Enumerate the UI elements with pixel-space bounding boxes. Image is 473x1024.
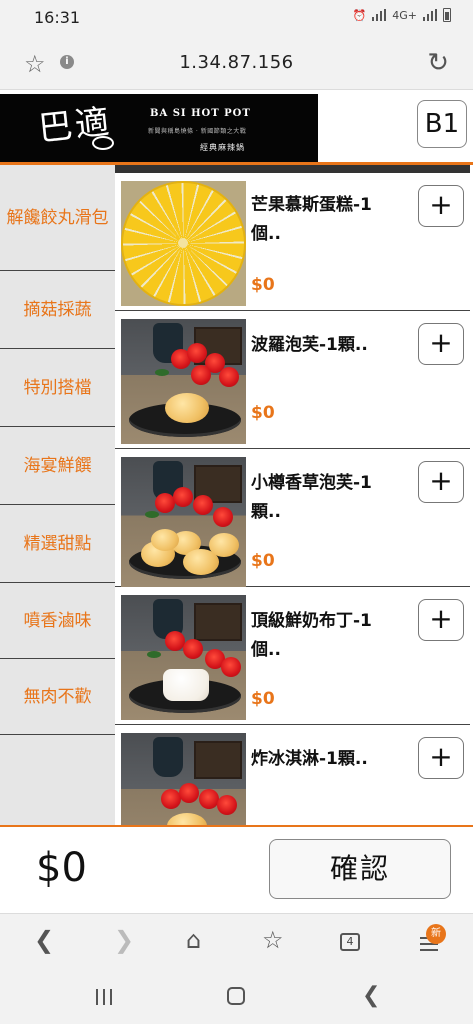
signal-icon-2 [423,9,437,21]
product-item: 小樽香草泡芙-1顆.. $0 + [115,449,470,587]
category-item[interactable]: 摘菇採蔬 [0,271,115,349]
product-price: $0 [251,689,275,709]
brand-subtitle: 經典麻辣鍋 [200,143,245,152]
status-time: 16:31 [34,8,81,27]
url-text[interactable]: 1.34.87.156 [0,52,473,73]
product-list: 芒果慕斯蛋糕-1個.. $0 + 波羅泡芙-1顆.. $0 + 小樽香草泡芙-1… [115,165,470,825]
product-item: 頂級鮮奶布丁-1個.. $0 + [115,587,470,725]
product-price: $0 [251,551,275,571]
add-to-cart-button[interactable]: + [418,185,464,227]
bookmarks-icon[interactable]: ☆ [262,926,284,954]
category-item[interactable]: 解饞餃丸滑包 [0,165,115,271]
product-name: 炸冰淇淋-1顆.. [251,749,368,769]
product-price: $0 [251,275,275,295]
product-name: 小樽香草泡芙-1顆.. [251,473,372,522]
category-item[interactable]: 精選甜點 [0,505,115,583]
add-to-cart-button[interactable]: + [418,461,464,503]
forward-icon[interactable]: ❯ [114,926,134,954]
home-icon[interactable]: ⌂ [186,926,201,954]
category-item[interactable]: 噴香滷味 [0,583,115,659]
alarm-icon: ⏰ [352,8,367,22]
network-type: 4G+ [392,8,417,22]
brand-tagline: 新聞與稱島燒條 · 新國節類之大戰 [148,128,247,135]
browser-bottom-nav: ❮ ❯ ⌂ ☆ 4 新 [0,913,473,969]
system-home-icon[interactable] [227,987,245,1005]
product-price: $0 [251,403,275,423]
product-image [121,457,246,587]
product-image [121,595,246,720]
brand-banner: 巴 適 BA SI HOT POT 新聞與稱島燒條 · 新國節類之大戰 經典麻辣… [0,94,318,162]
category-item[interactable]: 海宴鮮饌 [0,427,115,505]
category-item[interactable]: 無肉不歡 [0,659,115,735]
add-to-cart-button[interactable]: + [418,599,464,641]
cart-confirm-bar: $0 確認 [0,825,473,913]
battery-icon [443,8,451,22]
product-item: 炸冰淇淋-1顆.. + [115,725,470,825]
new-badge: 新 [426,924,446,944]
table-number-button[interactable]: B1 [417,100,467,148]
brand-name: BA SI HOT POT [150,108,251,119]
product-item: 芒果慕斯蛋糕-1個.. $0 + [115,173,470,311]
cart-total: $0 [36,845,87,891]
system-nav-bar: ❮ [0,969,473,1024]
confirm-button[interactable]: 確認 [269,839,451,899]
product-name: 芒果慕斯蛋糕-1個.. [251,195,372,244]
product-item: 波羅泡芙-1顆.. $0 + [115,311,470,449]
list-top-border [115,165,470,173]
browser-url-bar: ☆ i 1.34.87.156 ↻ [0,38,473,90]
add-to-cart-button[interactable]: + [418,737,464,779]
system-back-icon[interactable]: ❮ [362,983,380,1008]
category-item[interactable]: 特別搭檔 [0,349,115,427]
status-bar: 16:31 ⏰ 4G+ [0,0,473,38]
recent-apps-icon[interactable] [96,989,114,1005]
product-name: 波羅泡芙-1顆.. [251,335,368,355]
brand-logo-ring [92,136,114,150]
product-name: 頂級鮮奶布丁-1個.. [251,611,372,660]
signal-icon [372,9,387,21]
status-icons: ⏰ 4G+ [353,8,451,22]
back-icon[interactable]: ❮ [34,926,54,954]
page-header: 巴 適 BA SI HOT POT 新聞與稱島燒條 · 新國節類之大戰 經典麻辣… [0,92,473,164]
product-image [121,181,246,306]
product-image [121,319,246,444]
reload-icon[interactable]: ↻ [427,48,449,78]
tabs-button[interactable]: 4 [340,933,360,951]
add-to-cart-button[interactable]: + [418,323,464,365]
category-sidebar: 解饞餃丸滑包 摘菇採蔬 特別搭檔 海宴鮮饌 精選甜點 噴香滷味 無肉不歡 [0,165,115,825]
product-image [121,733,246,825]
